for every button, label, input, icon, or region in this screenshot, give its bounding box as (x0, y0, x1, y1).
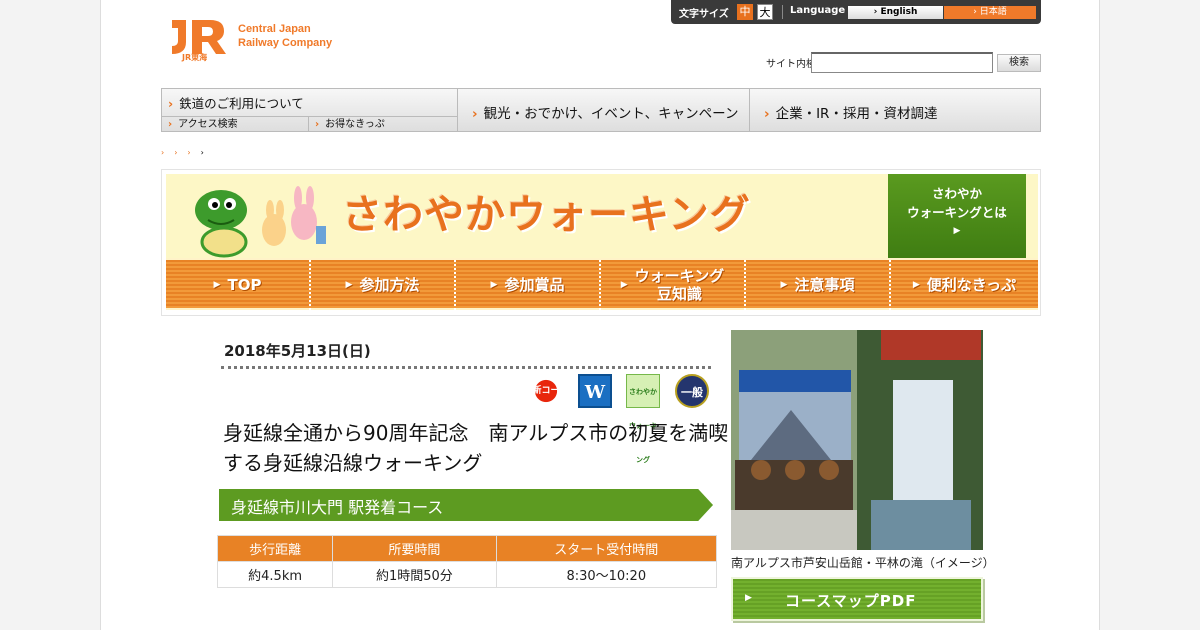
menu-label: 注意事項 (794, 276, 855, 294)
jr-central-logo[interactable]: JR東海 Central Japan Railway Company (166, 16, 356, 66)
breadcrumb-item: › (200, 148, 214, 157)
start-time-cell: 8:30～10:20 (495, 561, 718, 588)
menu-tickets[interactable]: ▶ 便利なきっぷ (891, 260, 1038, 310)
language-label: Language (790, 5, 846, 16)
font-size-large-button[interactable]: 大 (757, 4, 773, 20)
logo-mark-text: JR東海 (182, 53, 208, 62)
dotted-divider (221, 366, 711, 369)
chevron-right-icon: › (315, 119, 320, 130)
menu-walking-tips[interactable]: ▶ ウォーキング 豆知識 (601, 260, 746, 310)
chevron-right-icon: › (168, 119, 173, 130)
english-link[interactable]: › English (848, 6, 943, 19)
menu-prizes[interactable]: ▶ 参加賞品 (456, 260, 601, 310)
walking-banner: さわやかウォーキング さわやか ウォーキングとは ▶ ▶ TOP ▶ 参加方法 ▶ 参… (161, 169, 1041, 316)
chevron-right-icon: › (764, 106, 770, 122)
distance-cell: 約4.5km (216, 561, 334, 588)
nav-access-link[interactable]: › アクセス検索 (162, 116, 309, 131)
triangle-right-icon: ▶ (745, 593, 752, 603)
triangle-right-icon: ▶ (213, 280, 221, 290)
search-button[interactable]: 検索 (997, 54, 1041, 72)
w-stamp-badge-icon: W (578, 374, 612, 408)
walking-menu: ▶ TOP ▶ 参加方法 ▶ 参加賞品 ▶ ウォーキング 豆知識 ▶ 注意事項 ▶ 便利なき… (166, 258, 1038, 310)
menu-label: 便利なきっぷ (926, 276, 1017, 294)
duration-cell: 約1時間50分 (332, 561, 497, 588)
general-badge-icon: 一般向 (675, 374, 709, 433)
breadcrumb-item[interactable]: › (161, 148, 174, 157)
about-line2: ウォーキングとは (907, 205, 1007, 220)
banner-title: さわやかウォーキング (342, 192, 751, 238)
search-input[interactable] (811, 52, 993, 73)
course-map-pdf-button[interactable]: ▶ コースマップPDF (731, 577, 983, 621)
nav-rail-label: 鉄道のご利用について (179, 96, 304, 111)
mascot-illustration-icon (195, 186, 326, 258)
japanese-link[interactable]: › 日本語 (944, 6, 1036, 19)
table-header: 歩行距離 (216, 535, 334, 562)
course-name-bar: 身延線市川大門 駅発着コース (219, 489, 713, 521)
logo-line1: Central Japan (238, 23, 311, 35)
font-size-label: 文字サイズ (679, 9, 729, 20)
nav-access-label: アクセス検索 (178, 119, 238, 130)
nav-corporate-link[interactable]: › 企業・IR・採用・資材調達 (750, 89, 1041, 131)
nav-rail-link[interactable]: › 鉄道のご利用について (168, 93, 304, 112)
sawayaka-walking-badge-icon: さわやかウォーキング (626, 374, 660, 464)
event-info-table: 歩行距離 所要時間 スタート受付時間 約4.5km 約1時間50分 8:30～1… (216, 535, 718, 588)
pdf-button-label: コースマップPDF (785, 592, 917, 610)
chevron-right-icon: › (472, 106, 478, 122)
nav-sightseeing-link[interactable]: › 観光・おでかけ、イベント、キャンペーン (458, 89, 750, 131)
event-title: 身延線全通から90周年記念 南アルプス市の初夏を満喫する身延線沿線ウォーキング (223, 421, 729, 475)
divider (782, 5, 783, 19)
banner-header: さわやかウォーキング さわやか ウォーキングとは ▶ (166, 174, 1038, 260)
utility-bar: 文字サイズ 中 大 Language › English › 日本語 (671, 0, 1041, 24)
menu-top[interactable]: ▶ TOP (166, 260, 311, 310)
logo-text: Central Japan Railway Company (238, 22, 332, 50)
triangle-right-icon: ▶ (780, 280, 788, 290)
about-line1: さわやか (931, 186, 982, 201)
global-nav: › 鉄道のご利用について › アクセス検索 › お得なきっぷ › 観光・おでかけ、イベン… (161, 88, 1041, 132)
badge-w-letter: W (584, 382, 606, 403)
photo-caption: 南アルプス市芦安山岳館・平林の滝（イメージ） (731, 556, 995, 570)
triangle-right-icon: ▶ (912, 280, 920, 290)
event-badges: 新コース W さわやかウォーキング 一般向 (529, 374, 713, 464)
nav-tickets-link[interactable]: › お得なきっぷ (309, 116, 458, 131)
chevron-right-icon: › (168, 96, 174, 111)
nav-rail: › 鉄道のご利用について › アクセス検索 › お得なきっぷ (162, 89, 458, 131)
triangle-right-icon: ▶ (490, 280, 498, 290)
triangle-right-icon: ▶ (953, 226, 961, 236)
event-photo (731, 330, 983, 550)
menu-notes[interactable]: ▶ 注意事項 (746, 260, 891, 310)
breadcrumb: ›››› (161, 148, 214, 157)
triangle-right-icon: ▶ (620, 280, 628, 290)
breadcrumb-item[interactable]: › (187, 148, 200, 157)
menu-label: ウォーキング 豆知識 (634, 267, 725, 303)
font-size-medium-button[interactable]: 中 (737, 4, 753, 20)
about-walking-button[interactable]: さわやか ウォーキングとは ▶ (888, 174, 1026, 258)
menu-how-to-join[interactable]: ▶ 参加方法 (311, 260, 456, 310)
table-header-row: 歩行距離 所要時間 スタート受付時間 (216, 535, 718, 562)
table-header: スタート受付時間 (495, 535, 718, 562)
nav-corporate-label: 企業・IR・採用・資材調達 (775, 106, 938, 122)
breadcrumb-item[interactable]: › (174, 148, 187, 157)
event-date: 2018年5月13日(日) (224, 342, 371, 360)
menu-label: TOP (227, 276, 262, 294)
triangle-right-icon: ▶ (345, 280, 353, 290)
menu-label: 参加方法 (359, 276, 420, 294)
nav-tickets-label: お得なきっぷ (325, 119, 385, 130)
page-container: JR東海 Central Japan Railway Company 文字サイズ… (100, 0, 1100, 630)
table-row: 約4.5km 約1時間50分 8:30～10:20 (216, 561, 718, 588)
table-header: 所要時間 (332, 535, 497, 562)
logo-line2: Railway Company (238, 37, 333, 49)
menu-label: 参加賞品 (504, 276, 565, 294)
nav-sightseeing-label: 観光・おでかけ、イベント、キャンペーン (483, 106, 739, 122)
new-course-badge-icon: 新コース (529, 374, 563, 430)
